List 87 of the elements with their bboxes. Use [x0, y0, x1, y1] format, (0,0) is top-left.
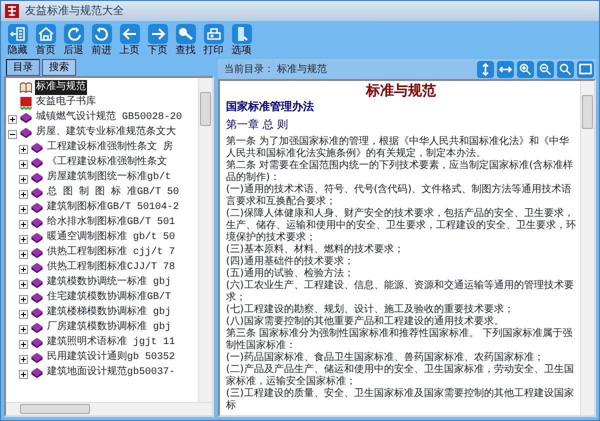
tree-item[interactable]: 民用建筑设计通则gb 50352	[46, 350, 176, 365]
paragraph: (八)国家需要控制的其他重要产品和工程建设的通用技术要求。	[226, 316, 505, 328]
tree-item[interactable]: 工程建设标准强制性条文 房	[46, 140, 174, 155]
tree-item[interactable]: 暖通空调制图标准 gb/t 50	[46, 230, 176, 245]
refresh-icon	[62, 23, 84, 45]
expand-icon[interactable]	[19, 188, 28, 197]
tree-item[interactable]: 标准与规范	[35, 80, 87, 95]
toolbar-button[interactable]: 查找	[173, 23, 198, 57]
vertical-resize-button[interactable]	[477, 60, 494, 78]
expand-icon[interactable]	[8, 113, 17, 122]
fullscreen-button[interactable]	[577, 60, 594, 78]
expand-icon[interactable]	[19, 338, 28, 347]
tree-item[interactable]: 供热工程制图标准 cjj/t 7	[46, 245, 176, 260]
toolbar-button[interactable]: 隐藏	[5, 23, 30, 57]
expand-icon[interactable]	[19, 218, 28, 227]
undo-icon	[90, 23, 112, 45]
tab[interactable]: 搜索	[42, 59, 76, 76]
paragraph: (三)基本原料、材料、燃料的技术要求；	[226, 244, 405, 256]
toolbar-button[interactable]: 上页	[117, 23, 142, 57]
expand-icon[interactable]	[19, 173, 28, 182]
document-title: 标准与规范	[364, 83, 437, 100]
expand-icon[interactable]	[19, 248, 28, 257]
home-icon	[34, 23, 56, 45]
tree-item[interactable]: 建筑地面设计规范gb50037-	[46, 365, 176, 380]
toolbar-button[interactable]: 后退	[61, 23, 86, 57]
tree-item[interactable]: 房屋建筑制图统一标准gb/t	[46, 170, 172, 185]
horizontal-resize-button[interactable]	[497, 60, 514, 78]
window-title: 友益标准与规范大全	[25, 2, 124, 19]
expand-icon[interactable]	[19, 203, 28, 212]
print-icon	[202, 23, 224, 45]
vertical-scrollbar[interactable]	[580, 81, 594, 415]
expand-icon[interactable]	[19, 323, 28, 332]
open-book-icon	[19, 80, 33, 94]
chapter-heading: 第一章 总 则	[226, 118, 289, 132]
options-icon	[230, 23, 252, 45]
vertical-scrollbar[interactable]	[198, 78, 212, 402]
toolbar-button[interactable]: 前进	[89, 23, 114, 57]
paragraph: (一)药品国家标准、食品卫生国家标准、兽药国家标准、农药国家标准；	[226, 352, 545, 364]
expand-icon[interactable]	[19, 308, 28, 317]
tree-item[interactable]: 建筑模数协调统一标准 gbj	[46, 275, 172, 290]
paragraph: (三)工程建设的质量、安全、卫生国家标准及国家需要控制的其他工程建设国家标	[226, 388, 575, 412]
tree-item[interactable]: 供热工程制图标准CJJ/T 78	[46, 260, 176, 275]
expand-icon[interactable]	[19, 293, 28, 302]
paragraph: 第三条 国家标准分为强制性国家标准和推荐性国家标准。 下列国家标准属于强制性国家标准：	[226, 328, 574, 352]
expand-icon[interactable]	[19, 353, 28, 362]
paragraph: (四)通用基础件的技术要求；	[226, 256, 355, 268]
horizontal-scrollbar[interactable]	[6, 402, 212, 415]
toolbar-button[interactable]: 选项	[229, 23, 254, 57]
tree-item[interactable]: 建筑制图标准GB/T 50104-2	[46, 200, 180, 215]
tree-item[interactable]: 城镇燃气设计规范 GB50028-20	[35, 110, 184, 125]
paragraph: (一)通用的技术术语、符号、代号(含代码)、文件格式、制图方法等通用技术语言要求和互换配合要求；	[226, 184, 573, 208]
paragraph: (六)工农业生产、工程建设、信息、能源、资源和交通运输等通用的管理技术要求；	[226, 280, 575, 304]
paragraph: (二)产品及产品生产、储运和使用中的安全、卫生国家标准，劳动安全、卫生国家标准，运输安全国家标准；	[226, 364, 575, 388]
expand-icon[interactable]	[19, 158, 28, 167]
paragraph: 第一条 为了加强国家标准的管理，根据《中华人民共和国标准化法》和《中华人民共和国标准化法实施条例》的有关规定，制定本办法。	[226, 136, 570, 160]
expand-icon[interactable]	[19, 233, 28, 242]
tree-item[interactable]: 建筑照明术语标准 jgjt 11	[46, 335, 176, 350]
zoom-out-button[interactable]	[537, 60, 554, 78]
library-icon	[19, 96, 33, 110]
paragraph: 第二条 对需要在全国范围内统一的下列技术要素，应当制定国家标准(含标准样品的制作)：	[226, 160, 574, 184]
toolbar-button[interactable]: 下页	[145, 23, 170, 57]
expand-icon[interactable]	[19, 263, 28, 272]
document-subtitle: 国家标准管理办法	[226, 100, 315, 114]
collapse-icon[interactable]	[8, 128, 17, 137]
search-icon	[174, 23, 196, 45]
tree-item[interactable]: 给水排水制图标准GB/T 501	[46, 215, 176, 230]
current-directory-label: 当前目录： 标准与规范	[224, 62, 328, 76]
expand-icon[interactable]	[19, 278, 28, 287]
expand-icon[interactable]	[19, 143, 28, 152]
tree-item[interactable]: 总 图 制 图 标 准GB/T 50	[46, 185, 180, 200]
tree-item[interactable]: 《工程建设标准强制性条文	[46, 155, 168, 170]
zoom-in-button[interactable]	[517, 60, 534, 78]
tree-item[interactable]: 房屋、建筑专业标准规范条文大	[35, 125, 177, 140]
sidebar-toggle-icon	[6, 23, 28, 45]
zoom-button[interactable]	[557, 60, 574, 78]
paragraph: (二)保障人体健康和人身、财产安全的技术要求，包括产品的安全、卫生要求，生产、储存、运输和使用中的安全、卫生要求，工程建设的安全、卫生要求，环境保护的技术要求；	[226, 208, 576, 244]
app-logo-icon	[5, 4, 19, 18]
tab[interactable]: 目录	[6, 59, 40, 76]
paragraph: (五)通用的试验、检验方法；	[226, 268, 355, 280]
tree-item[interactable]: 友益电子书库	[35, 95, 97, 110]
tree-item[interactable]: 建筑楼梯模数协调标准 gbj	[46, 305, 172, 320]
toolbar-button[interactable]: 首页	[33, 23, 58, 57]
tree-item[interactable]: 住宅建筑模数协调标准GB/T	[46, 290, 172, 305]
paragraph: (七)工程建设的勘察、规划、设计、施工及验收的重要技术要求；	[226, 304, 515, 316]
toolbar-button[interactable]: 打印	[201, 23, 226, 57]
expand-icon[interactable]	[19, 368, 28, 377]
tree-item[interactable]: 厂房建筑模数协调标准 gbj	[46, 320, 172, 335]
